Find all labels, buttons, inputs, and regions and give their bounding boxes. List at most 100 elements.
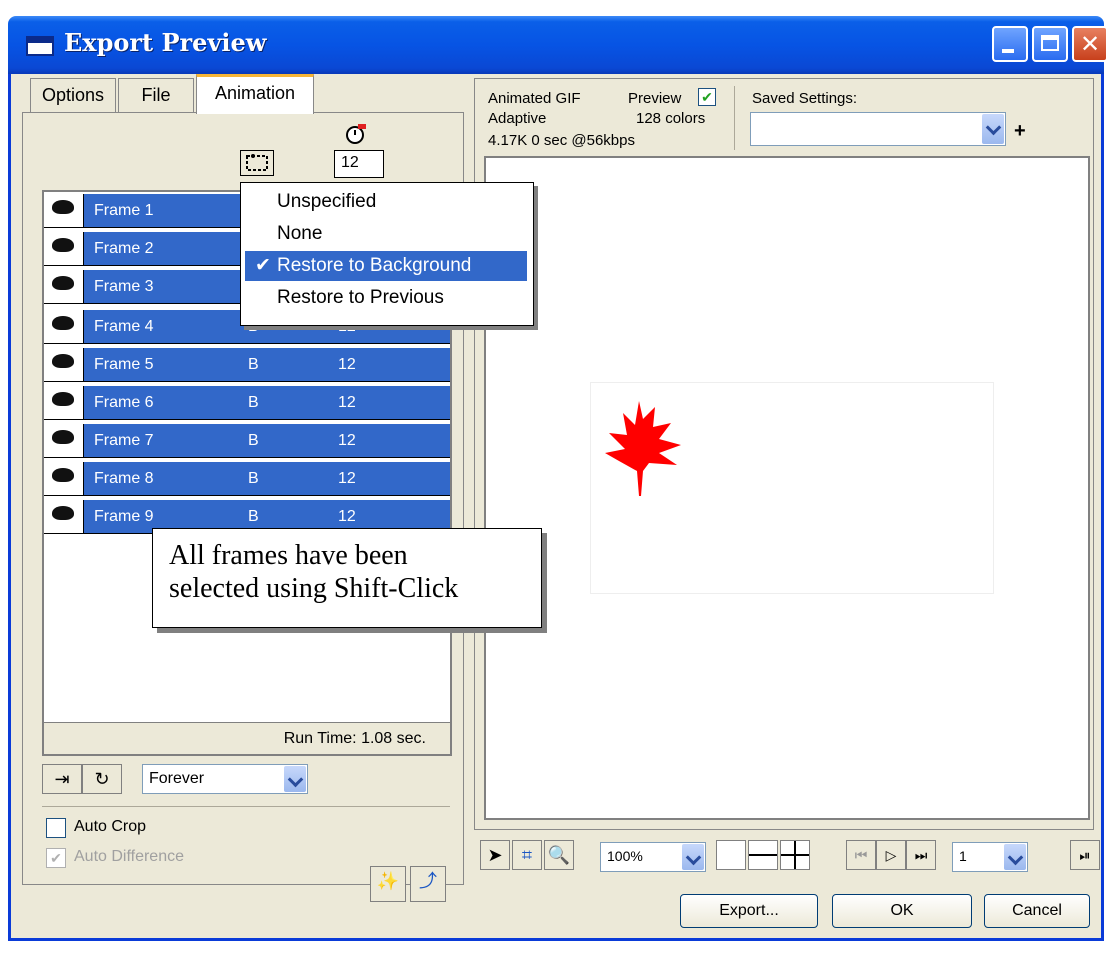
menu-item-label: None	[277, 223, 323, 244]
callout-annotation: All frames have been selected using Shif…	[152, 528, 542, 628]
play-once-button[interactable]: ⇥	[42, 764, 82, 794]
auto-crop-checkbox[interactable]	[46, 818, 66, 838]
zoom-select[interactable]: 100%	[600, 842, 706, 872]
loop-select[interactable]: Forever	[142, 764, 308, 794]
preview-canvas	[590, 382, 994, 594]
run-time: Run Time: 1.08 sec.	[44, 722, 450, 754]
tab-file[interactable]: File	[118, 78, 194, 112]
frame-row[interactable]: Frame 5 B 12	[44, 348, 450, 382]
frame-name: Frame 3	[94, 278, 154, 295]
title-bar: Export Preview	[8, 16, 1108, 74]
maximize-button[interactable]	[1032, 26, 1068, 62]
frame-name: Frame 6	[94, 394, 154, 411]
step-forward-icon[interactable]: ⏯	[1070, 840, 1100, 870]
frame-row[interactable]: Frame 8 B 12	[44, 462, 450, 496]
eye-icon[interactable]	[44, 386, 84, 420]
frame-name: Frame 8	[94, 470, 154, 487]
frame-name: Frame 4	[94, 318, 154, 335]
chevron-down-icon	[284, 766, 306, 792]
frame-name: Frame 1	[94, 202, 154, 219]
window-icon	[26, 36, 54, 56]
saved-settings-label: Saved Settings:	[752, 90, 858, 107]
menu-item-restore-to-background[interactable]: ✔ Restore to Background	[245, 251, 527, 281]
callout-line-2: selected using Shift-Click	[169, 573, 459, 604]
add-settings-button[interactable]: +	[1014, 120, 1026, 143]
chevron-down-icon	[1004, 844, 1026, 870]
frame-delay: 12	[338, 356, 356, 373]
zoom-tool-icon[interactable]: 🔍	[544, 840, 574, 870]
loop-select-value: Forever	[149, 770, 205, 787]
minimize-button[interactable]	[992, 26, 1028, 62]
delay-input[interactable]: 12	[334, 150, 384, 178]
divider	[42, 806, 450, 807]
frame-delay: 12	[338, 394, 356, 411]
frame-name: Frame 5	[94, 356, 154, 373]
eye-icon[interactable]	[44, 270, 84, 304]
palette-label: Adaptive	[488, 110, 547, 127]
auto-difference-checkbox[interactable]: ✔	[46, 848, 66, 868]
eye-icon[interactable]	[44, 310, 84, 344]
chevron-down-icon	[682, 844, 704, 870]
eye-icon[interactable]	[44, 424, 84, 458]
ok-button[interactable]: OK	[832, 894, 972, 928]
preview-label: Preview	[628, 90, 682, 107]
distribute-frames-icon[interactable]: ⤴	[410, 866, 446, 902]
saved-settings-select[interactable]	[750, 112, 1006, 146]
magic-wand-icon[interactable]: ✨	[370, 866, 406, 902]
frame-row[interactable]: Frame 6 B 12	[44, 386, 450, 420]
frame-number-value: 1	[959, 848, 967, 864]
timer-icon	[344, 122, 368, 146]
frame-number-select[interactable]: 1	[952, 842, 1028, 872]
chevron-down-icon	[982, 114, 1004, 144]
zoom-value: 100%	[607, 848, 643, 864]
menu-item-label: Restore to Background	[277, 255, 472, 276]
menu-item-label: Restore to Previous	[277, 287, 444, 308]
first-frame-icon[interactable]: ⏮	[846, 840, 876, 870]
cancel-button[interactable]: Cancel	[984, 894, 1090, 928]
next-frame-icon[interactable]: ⏭	[906, 840, 936, 870]
checkmark-icon: ✔	[255, 255, 271, 276]
tab-options[interactable]: Options	[30, 78, 116, 112]
image-shape	[605, 401, 681, 496]
menu-item-unspecified[interactable]: Unspecified	[245, 187, 527, 217]
frame-disposal: B	[248, 432, 259, 449]
loop-icon[interactable]: ↻	[82, 764, 122, 794]
tab-animation[interactable]: Animation	[196, 74, 314, 114]
frame-disposal: B	[248, 356, 259, 373]
pointer-tool-icon[interactable]: ➤	[480, 840, 510, 870]
disposal-dropdown-menu: Unspecified None ✔ Restore to Background …	[240, 182, 534, 326]
auto-difference-label: Auto Difference	[74, 848, 184, 865]
eye-icon[interactable]	[44, 232, 84, 266]
format-label: Animated GIF	[488, 90, 581, 107]
callout-line-1: All frames have been	[169, 540, 408, 571]
size-info: 4.17K 0 sec @56kbps	[488, 132, 635, 149]
four-up-view-icon[interactable]	[780, 840, 810, 870]
frame-disposal: B	[248, 470, 259, 487]
frame-name: Frame 7	[94, 432, 154, 449]
crop-tool-icon[interactable]: ⌗	[512, 840, 542, 870]
preview-checkbox[interactable]: ✔	[698, 88, 716, 106]
menu-item-restore-to-previous[interactable]: Restore to Previous	[245, 283, 527, 313]
disposal-icon	[246, 154, 268, 171]
play-icon[interactable]: ▷	[876, 840, 906, 870]
two-up-view-icon[interactable]	[748, 840, 778, 870]
eye-icon[interactable]	[44, 194, 84, 228]
menu-item-label: Unspecified	[277, 191, 377, 212]
divider	[734, 86, 735, 150]
disposal-menu-button[interactable]	[240, 150, 274, 176]
frame-disposal: B	[248, 508, 259, 525]
frame-row[interactable]: Frame 7 B 12	[44, 424, 450, 458]
eye-icon[interactable]	[44, 500, 84, 534]
eye-icon[interactable]	[44, 348, 84, 382]
frame-delay: 12	[338, 508, 356, 525]
frame-delay: 12	[338, 432, 356, 449]
single-view-icon[interactable]	[716, 840, 746, 870]
frame-name: Frame 2	[94, 240, 154, 257]
frame-disposal: B	[248, 394, 259, 411]
close-button[interactable]	[1072, 26, 1108, 62]
export-button[interactable]: Export...	[680, 894, 818, 928]
window-title: Export Preview	[64, 28, 267, 57]
eye-icon[interactable]	[44, 462, 84, 496]
frame-delay: 12	[338, 470, 356, 487]
menu-item-none[interactable]: None	[245, 219, 527, 249]
